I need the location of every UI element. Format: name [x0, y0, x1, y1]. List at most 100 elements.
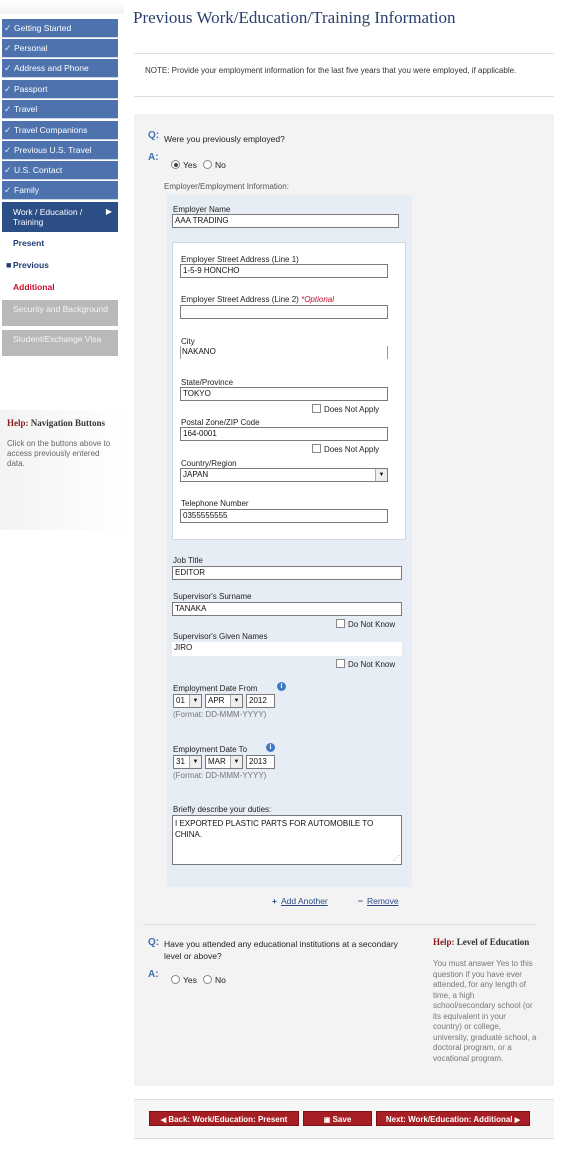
sidebar-item-travel[interactable]: ✓ Travel	[2, 100, 118, 119]
sidebar-item-label: Family	[14, 185, 40, 195]
help-title: Help: Level of Education	[433, 937, 529, 947]
sidebar-subitem-additional[interactable]: Additional	[2, 277, 118, 297]
date-to-year-input[interactable]: 2013	[246, 755, 275, 769]
plus-icon: +	[272, 896, 277, 906]
city-input[interactable]: NAKANO	[180, 346, 388, 360]
remove-label: Remove	[366, 896, 399, 906]
navigation-help-box: Help: Navigation Buttons Click on the bu…	[0, 410, 124, 530]
resize-grip-icon[interactable]: ⋰	[393, 853, 400, 864]
supervisor-surname-dnk-checkbox[interactable]	[336, 619, 345, 628]
supervisor-surname-dnk-label: Do Not Know	[348, 620, 396, 629]
next-button-label: Next: Work/Education: Additional	[385, 1115, 513, 1124]
date-to-day-value: 31	[176, 757, 185, 766]
state-does-not-apply-checkbox[interactable]	[312, 404, 321, 413]
employed-yes-radio[interactable]	[171, 160, 180, 169]
sidebar-item-personal[interactable]: ✓ Personal	[2, 39, 118, 58]
date-from-month-value: APR	[208, 696, 225, 705]
sidebar-item-label: Address and Phone	[14, 63, 89, 73]
date-to-month-value: MAR	[208, 757, 226, 766]
add-another-label: Add Another	[280, 896, 328, 906]
date-from-year-input[interactable]: 2012	[246, 694, 275, 708]
check-icon: ✓	[4, 165, 12, 175]
remove-link[interactable]: − Remove	[358, 896, 399, 906]
country-select[interactable]: JAPAN ▼	[180, 468, 388, 482]
job-title-input[interactable]: EDITOR	[172, 566, 402, 580]
minus-icon: −	[358, 896, 363, 906]
sidebar-item-label: Getting Started	[14, 23, 72, 33]
answer-marker: A:	[148, 969, 159, 980]
help-text: You must answer Yes to this question if …	[433, 959, 537, 1063]
city-input-edge	[180, 346, 181, 359]
sidebar-item-work-education-training[interactable]: Work / Education / Training ▶	[2, 202, 118, 232]
employer-name-label: Employer Name	[173, 205, 231, 214]
sidebar-item-label: Previous U.S. Travel	[14, 145, 92, 155]
education-no-radio[interactable]	[203, 975, 212, 984]
chevron-right-icon: ▶	[105, 207, 112, 216]
dropdown-arrow-icon: ▼	[189, 756, 201, 768]
date-from-day-value: 01	[176, 696, 185, 705]
add-another-link[interactable]: + Add Another	[272, 896, 328, 906]
employment-question-text: Were you previously employed?	[164, 134, 285, 144]
date-from-month-select[interactable]: APR ▼	[205, 694, 243, 708]
date-from-day-select[interactable]: 01 ▼	[173, 694, 202, 708]
phone-input[interactable]: 0355555555	[180, 509, 388, 523]
help-prefix: Help:	[7, 418, 29, 428]
date-to-label: Employment Date To	[173, 745, 248, 754]
sidebar-top-strip	[0, 0, 124, 14]
sidebar-subitem-previous[interactable]: ■ Previous	[2, 255, 118, 275]
sidebar-item-family[interactable]: ✓ Family	[2, 181, 118, 200]
page-title: Previous Work/Education/Training Informa…	[133, 8, 456, 27]
postal-label: Postal Zone/ZIP Code	[181, 418, 260, 427]
street2-input[interactable]	[180, 305, 388, 319]
sidebar-item-previous-us-travel[interactable]: ✓ Previous U.S. Travel	[2, 141, 118, 160]
supervisor-given-dnk-label: Do Not Know	[348, 660, 396, 669]
help-title: Help: Navigation Buttons	[7, 418, 105, 428]
sidebar-item-passport[interactable]: ✓ Passport	[2, 80, 118, 99]
postal-input[interactable]: 164-0001	[180, 427, 388, 441]
back-button-label: Back: Work/Education: Present	[168, 1115, 288, 1124]
education-yes-label: Yes	[183, 975, 197, 985]
postal-does-not-apply-checkbox[interactable]	[312, 444, 321, 453]
dropdown-arrow-icon: ▼	[375, 469, 387, 481]
street1-label: Employer Street Address (Line 1)	[181, 255, 299, 264]
employer-name-input[interactable]: AAA TRADING	[172, 214, 399, 228]
sidebar-item-getting-started[interactable]: ✓ Getting Started	[2, 19, 118, 38]
sidebar-subitem-label: Present	[13, 238, 45, 248]
duties-textarea[interactable]: I EXPORTED PLASTIC PARTS FOR AUTOMOBILE …	[172, 815, 402, 865]
sidebar-subitem-present[interactable]: Present	[2, 233, 118, 253]
question-marker: Q:	[148, 130, 160, 141]
check-icon: ✓	[4, 23, 12, 33]
city-label: City	[181, 337, 195, 346]
city-input-edge	[387, 346, 388, 359]
state-label: State/Province	[181, 378, 234, 387]
help-prefix: Help:	[433, 937, 455, 947]
note-box: NOTE: Provide your employment informatio…	[134, 53, 554, 97]
supervisor-given-input[interactable]: JIRO	[172, 642, 402, 656]
check-icon: ✓	[4, 104, 12, 114]
employed-no-radio[interactable]	[203, 160, 212, 169]
street1-input[interactable]: 1-5-9 HONCHO	[180, 264, 388, 278]
info-icon[interactable]: i	[277, 682, 286, 691]
education-yes-radio[interactable]	[171, 975, 180, 984]
save-button[interactable]: ▣ Save	[303, 1111, 372, 1126]
back-button[interactable]: ◀ Back: Work/Education: Present	[149, 1111, 299, 1126]
sidebar-item-label: Travel Companions	[14, 125, 88, 135]
date-from-format-hint: (Format: DD-MMM-YYYY)	[173, 710, 267, 719]
sidebar-item-travel-companions[interactable]: ✓ Travel Companions	[2, 121, 118, 140]
education-help-box: Help: Level of Education You must answer…	[426, 932, 540, 1080]
sidebar-item-address-and-phone[interactable]: ✓ Address and Phone	[2, 59, 118, 78]
next-button[interactable]: Next: Work/Education: Additional ▶	[376, 1111, 530, 1126]
info-icon[interactable]: i	[266, 743, 275, 752]
date-to-month-select[interactable]: MAR ▼	[205, 755, 243, 769]
employed-no-label: No	[215, 160, 226, 170]
supervisor-given-dnk-checkbox[interactable]	[336, 659, 345, 668]
check-icon: ✓	[4, 185, 12, 195]
sidebar-item-label: Work / Education / Training	[13, 207, 83, 227]
state-input[interactable]: TOKYO	[180, 387, 388, 401]
date-to-day-select[interactable]: 31 ▼	[173, 755, 202, 769]
supervisor-surname-input[interactable]: TANAKA	[172, 602, 402, 616]
check-icon: ✓	[4, 125, 12, 135]
sidebar-subitem-label: Additional	[13, 282, 55, 292]
answer-marker: A:	[148, 152, 159, 163]
sidebar-item-us-contact[interactable]: ✓ U.S. Contact	[2, 161, 118, 180]
